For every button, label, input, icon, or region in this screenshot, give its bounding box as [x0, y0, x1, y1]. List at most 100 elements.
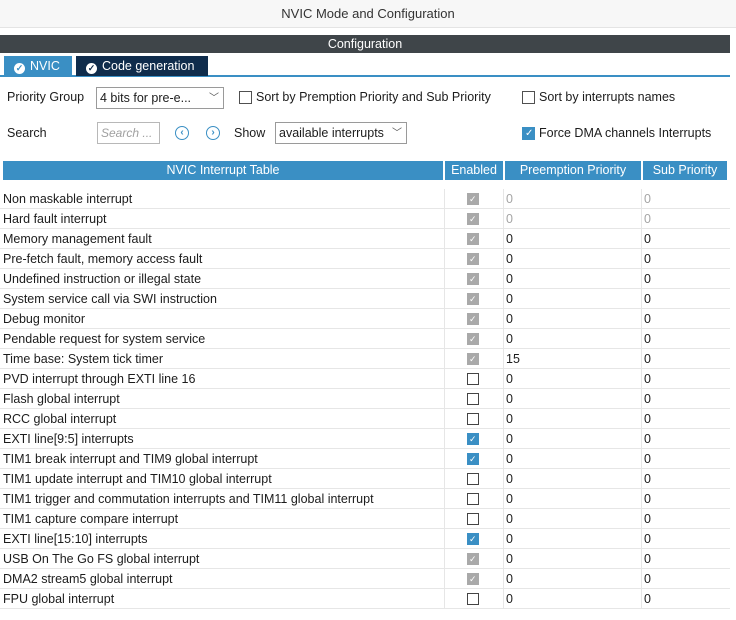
preemption-priority-cell[interactable]: 0: [506, 489, 513, 509]
column-header-sub-priority[interactable]: Sub Priority: [643, 161, 727, 180]
preemption-priority-cell[interactable]: 0: [506, 549, 513, 569]
enabled-checkbox[interactable]: [467, 373, 479, 385]
table-row[interactable]: DMA2 stream5 global interrupt 0 0: [0, 569, 730, 589]
interrupt-name: TIM1 update interrupt and TIM10 global i…: [3, 472, 272, 486]
sub-priority-cell[interactable]: 0: [644, 269, 651, 289]
search-previous-button[interactable]: ‹: [175, 126, 189, 140]
enabled-checkbox[interactable]: [467, 513, 479, 525]
enabled-checkbox: [467, 233, 479, 245]
sub-priority-cell[interactable]: 0: [644, 529, 651, 549]
table-row[interactable]: System service call via SWI instruction 0…: [0, 289, 730, 309]
preemption-priority-cell[interactable]: 0: [506, 269, 513, 289]
table-row[interactable]: Time base: System tick timer 15 0: [0, 349, 730, 369]
search-input[interactable]: Search ...: [97, 122, 160, 144]
table-row[interactable]: TIM1 break interrupt and TIM9 global int…: [0, 449, 730, 469]
preemption-priority-cell[interactable]: 0: [506, 569, 513, 589]
table-row[interactable]: Debug monitor 0 0: [0, 309, 730, 329]
sub-priority-cell[interactable]: 0: [644, 249, 651, 269]
enabled-checkbox[interactable]: [467, 493, 479, 505]
sort-premption-checkbox[interactable]: [239, 91, 252, 104]
preemption-priority-cell[interactable]: 0: [506, 409, 513, 429]
table-row[interactable]: FPU global interrupt 0 0: [0, 589, 730, 609]
table-row[interactable]: Hard fault interrupt 0 0: [0, 209, 730, 229]
table-row[interactable]: EXTI line[15:10] interrupts 0 0: [0, 529, 730, 549]
enabled-checkbox[interactable]: [467, 473, 479, 485]
sub-priority-cell[interactable]: 0: [644, 589, 651, 609]
sub-priority-cell[interactable]: 0: [644, 469, 651, 489]
table-row[interactable]: Undefined instruction or illegal state 0 0: [0, 269, 730, 289]
table-row[interactable]: TIM1 update interrupt and TIM10 global i…: [0, 469, 730, 489]
enabled-checkbox: [467, 353, 479, 365]
preemption-priority-cell[interactable]: 0: [506, 389, 513, 409]
sub-priority-cell[interactable]: 0: [644, 449, 651, 469]
enabled-checkbox[interactable]: [467, 393, 479, 405]
show-value: available interrupts: [279, 126, 384, 140]
preemption-priority-cell[interactable]: 0: [506, 229, 513, 249]
enabled-checkbox[interactable]: [467, 453, 479, 465]
force-dma-label: Force DMA channels Interrupts: [539, 126, 712, 140]
sub-priority-cell[interactable]: 0: [644, 509, 651, 529]
sub-priority-cell[interactable]: 0: [644, 349, 651, 369]
preemption-priority-cell[interactable]: 0: [506, 289, 513, 309]
enabled-checkbox[interactable]: [467, 593, 479, 605]
preemption-priority-cell[interactable]: 0: [506, 209, 513, 229]
sub-priority-cell[interactable]: 0: [644, 489, 651, 509]
sub-priority-cell[interactable]: 0: [644, 329, 651, 349]
preemption-priority-cell[interactable]: 0: [506, 249, 513, 269]
table-row[interactable]: USB On The Go FS global interrupt 0 0: [0, 549, 730, 569]
preemption-priority-cell[interactable]: 0: [506, 429, 513, 449]
sub-priority-cell[interactable]: 0: [644, 289, 651, 309]
force-dma-checkbox[interactable]: [522, 127, 535, 140]
sub-priority-cell[interactable]: 0: [644, 189, 651, 209]
table-row[interactable]: PVD interrupt through EXTI line 16 0 0: [0, 369, 730, 389]
priority-group-value: 4 bits for pre-e...: [100, 91, 192, 105]
sub-priority-cell[interactable]: 0: [644, 409, 651, 429]
preemption-priority-cell[interactable]: 0: [506, 589, 513, 609]
table-row[interactable]: Memory management fault 0 0: [0, 229, 730, 249]
column-header-enabled[interactable]: Enabled: [445, 161, 503, 180]
sub-priority-cell[interactable]: 0: [644, 309, 651, 329]
show-select[interactable]: available interrupts ﹀: [275, 122, 407, 144]
preemption-priority-cell[interactable]: 0: [506, 449, 513, 469]
sort-names-checkbox[interactable]: [522, 91, 535, 104]
sub-priority-cell[interactable]: 0: [644, 569, 651, 589]
sub-priority-cell[interactable]: 0: [644, 209, 651, 229]
sub-priority-cell[interactable]: 0: [644, 429, 651, 449]
enabled-checkbox[interactable]: [467, 433, 479, 445]
table-row[interactable]: RCC global interrupt 0 0: [0, 409, 730, 429]
sub-priority-cell[interactable]: 0: [644, 229, 651, 249]
preemption-priority-cell[interactable]: 0: [506, 309, 513, 329]
tab-bar: ✓ NVIC ✓ Code generation: [0, 55, 730, 77]
table-row[interactable]: Pre-fetch fault, memory access fault 0 0: [0, 249, 730, 269]
table-row[interactable]: TIM1 capture compare interrupt 0 0: [0, 509, 730, 529]
preemption-priority-cell[interactable]: 0: [506, 469, 513, 489]
window-title: NVIC Mode and Configuration: [0, 0, 736, 28]
configuration-header: Configuration: [0, 35, 730, 53]
table-row[interactable]: Non maskable interrupt 0 0: [0, 189, 730, 209]
priority-group-select[interactable]: 4 bits for pre-e... ﹀: [96, 87, 224, 109]
enabled-checkbox: [467, 573, 479, 585]
tab-code-generation[interactable]: ✓ Code generation: [76, 56, 208, 76]
table-row[interactable]: Flash global interrupt 0 0: [0, 389, 730, 409]
table-row[interactable]: Pendable request for system service 0 0: [0, 329, 730, 349]
preemption-priority-cell[interactable]: 15: [506, 349, 520, 369]
tab-nvic[interactable]: ✓ NVIC: [4, 56, 72, 76]
preemption-priority-cell[interactable]: 0: [506, 329, 513, 349]
column-header-interrupt[interactable]: NVIC Interrupt Table: [3, 161, 443, 180]
enabled-checkbox[interactable]: [467, 533, 479, 545]
table-row[interactable]: EXTI line[9:5] interrupts 0 0: [0, 429, 730, 449]
preemption-priority-cell[interactable]: 0: [506, 189, 513, 209]
enabled-checkbox[interactable]: [467, 413, 479, 425]
search-next-button[interactable]: ›: [206, 126, 220, 140]
preemption-priority-cell[interactable]: 0: [506, 529, 513, 549]
preemption-priority-cell[interactable]: 0: [506, 369, 513, 389]
column-header-preemption[interactable]: Preemption Priority: [505, 161, 641, 180]
check-circle-icon: ✓: [14, 63, 25, 74]
preemption-priority-cell[interactable]: 0: [506, 509, 513, 529]
sub-priority-cell[interactable]: 0: [644, 549, 651, 569]
sub-priority-cell[interactable]: 0: [644, 369, 651, 389]
enabled-checkbox: [467, 553, 479, 565]
sub-priority-cell[interactable]: 0: [644, 389, 651, 409]
table-row[interactable]: TIM1 trigger and commutation interrupts …: [0, 489, 730, 509]
interrupt-name: Non maskable interrupt: [3, 192, 133, 206]
